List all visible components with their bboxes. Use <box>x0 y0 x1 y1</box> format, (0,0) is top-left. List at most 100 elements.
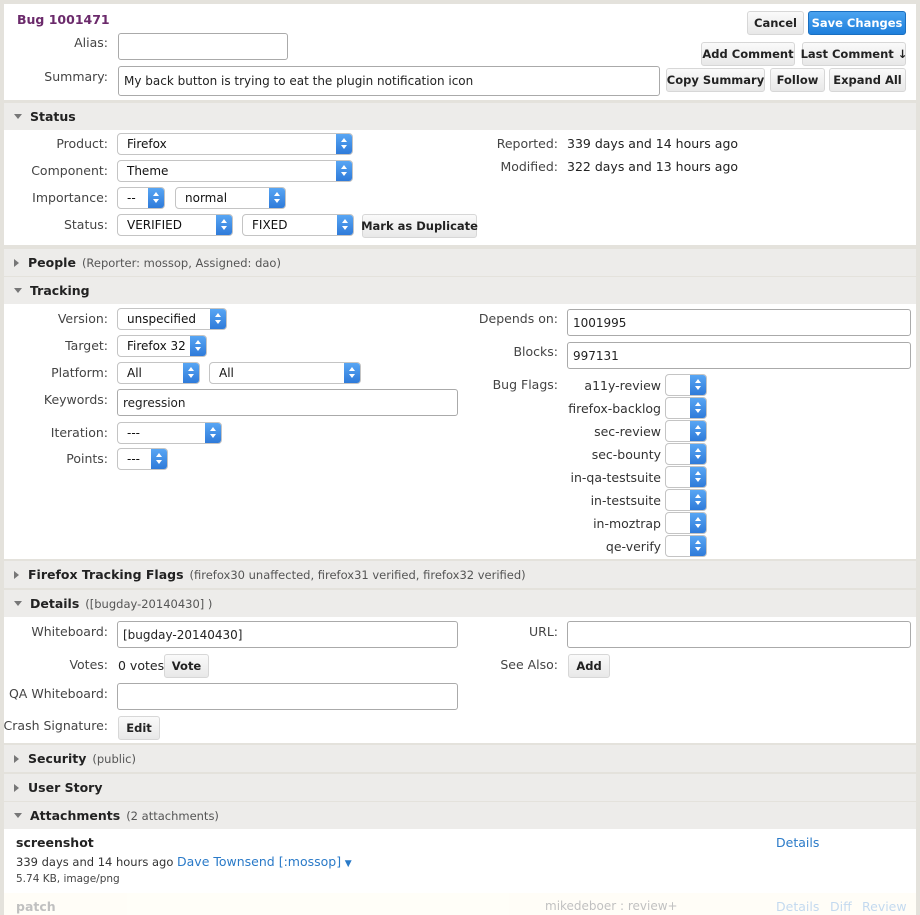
cancel-button[interactable]: Cancel <box>747 11 804 35</box>
copy-summary-button[interactable]: Copy Summary <box>666 68 765 92</box>
product-label: Product: <box>56 136 108 151</box>
add-see-also-button[interactable]: Add <box>568 654 610 678</box>
user-story-section-header[interactable]: User Story <box>4 774 916 801</box>
target-label: Target: <box>65 338 108 353</box>
last-comment-button[interactable]: Last Comment ↓ <box>801 42 907 66</box>
component-select[interactable]: Theme <box>117 160 353 182</box>
select-arrows-icon <box>690 513 706 533</box>
select-arrows-icon <box>183 363 199 383</box>
points-select[interactable]: --- <box>117 448 168 470</box>
crash-signature-label: Crash Signature: <box>3 718 108 733</box>
attachment-author-link[interactable]: Dave Townsend [:mossop] <box>177 854 341 869</box>
select-arrows-icon <box>205 423 221 443</box>
attachments-section-header[interactable]: Attachments (2 attachments) <box>4 802 916 829</box>
bug-flag-row: a11y-review <box>540 374 710 397</box>
security-note: (public) <box>92 751 136 766</box>
priority-value: -- <box>127 191 136 205</box>
edit-crash-signature-button[interactable]: Edit <box>118 716 160 740</box>
version-label: Version: <box>57 311 108 326</box>
add-comment-button[interactable]: Add Comment <box>701 42 795 66</box>
bug-flag-select[interactable] <box>665 535 707 557</box>
mark-duplicate-button[interactable]: Mark as Duplicate <box>361 214 478 238</box>
bug-flag-row: in-qa-testsuite <box>540 466 710 489</box>
platform-hw-select[interactable]: All <box>117 362 200 384</box>
select-arrows-icon <box>269 188 285 208</box>
depends-field[interactable]: 1001995 <box>567 309 911 336</box>
bug-flag-row: firefox-backlog <box>540 397 710 420</box>
attachment-details-link[interactable]: Details <box>776 899 819 914</box>
attachments-title: Attachments <box>30 808 121 823</box>
attachments-note: (2 attachments) <box>126 808 219 823</box>
url-label: URL: <box>528 624 558 639</box>
details-section-header[interactable]: Details ([bugday-20140430] ) <box>4 590 916 617</box>
ff-tracking-title: Firefox Tracking Flags <box>28 567 184 582</box>
summary-field[interactable]: My back button is trying to eat the plug… <box>118 66 660 96</box>
importance-label: Importance: <box>32 190 108 205</box>
bug-flag-name: in-qa-testsuite <box>570 470 661 485</box>
details-note: ([bugday-20140430] ) <box>85 596 213 611</box>
bug-flag-select[interactable] <box>665 489 707 511</box>
expand-all-button[interactable]: Expand All <box>829 68 906 92</box>
tracking-title: Tracking <box>30 283 90 298</box>
bug-flag-select[interactable] <box>665 420 707 442</box>
whiteboard-field[interactable]: [bugday-20140430] <box>117 621 458 648</box>
platform-os-value: All <box>219 366 234 380</box>
select-arrows-icon <box>690 421 706 441</box>
attachment-details-link[interactable]: Details <box>776 835 819 850</box>
product-value: Firefox <box>127 137 167 151</box>
follow-button[interactable]: Follow <box>770 68 825 92</box>
alias-field[interactable] <box>118 33 288 60</box>
blocks-field[interactable]: 997131 <box>567 342 911 369</box>
version-select[interactable]: unspecified <box>117 308 227 330</box>
bug-flag-select[interactable] <box>665 374 707 396</box>
bug-flag-select[interactable] <box>665 512 707 534</box>
severity-select[interactable]: normal <box>175 187 286 209</box>
expand-triangle-icon <box>14 754 19 763</box>
iteration-select[interactable]: --- <box>117 422 222 444</box>
people-section-header[interactable]: People (Reporter: mossop, Assigned: dao) <box>4 249 916 276</box>
collapse-triangle-icon <box>14 288 22 293</box>
bug-flag-select[interactable] <box>665 443 707 465</box>
attachment-name[interactable]: patch <box>16 899 56 914</box>
see-also-label: See Also: <box>500 657 558 672</box>
keywords-field[interactable]: regression <box>117 389 458 416</box>
priority-select[interactable]: -- <box>117 187 165 209</box>
bug-flag-select[interactable] <box>665 397 707 419</box>
security-section-header[interactable]: Security (public) <box>4 745 916 772</box>
url-field[interactable] <box>567 621 911 648</box>
attachment-review-link[interactable]: Review <box>862 899 907 914</box>
attachment-diff-link[interactable]: Diff <box>830 899 852 914</box>
select-arrows-icon <box>690 444 706 464</box>
qa-whiteboard-field[interactable] <box>117 683 458 710</box>
product-select[interactable]: Firefox <box>117 133 353 155</box>
bug-flag-row: qe-verify <box>540 535 710 558</box>
attachment-meta: 339 days and 14 hours ago Dave Townsend … <box>16 854 352 869</box>
bug-title: Bug 1001471 <box>17 12 110 27</box>
modified-value: 322 days and 13 hours ago <box>567 159 739 174</box>
platform-os-select[interactable]: All <box>209 362 361 384</box>
resolution-value: FIXED <box>252 218 288 232</box>
bug-flag-row: sec-review <box>540 420 710 443</box>
status-select[interactable]: VERIFIED <box>117 214 233 236</box>
iteration-value: --- <box>127 426 140 440</box>
bug-flag-name: in-moztrap <box>593 516 661 531</box>
chevron-down-icon[interactable]: ▼ <box>345 859 352 869</box>
target-select[interactable]: Firefox 32 <box>117 335 207 357</box>
save-changes-button[interactable]: Save Changes <box>808 11 906 35</box>
vote-button[interactable]: Vote <box>164 654 209 678</box>
alias-label: Alias: <box>74 35 108 50</box>
bug-flag-select[interactable] <box>665 466 707 488</box>
bug-flag-name: firefox-backlog <box>568 401 661 416</box>
status-section-header[interactable]: Status <box>4 103 916 130</box>
blocks-label: Blocks: <box>513 344 558 359</box>
attachment-name[interactable]: screenshot <box>16 835 94 850</box>
component-label: Component: <box>31 163 108 178</box>
points-value: --- <box>127 452 140 466</box>
bug-flag-name: sec-review <box>594 424 661 439</box>
tracking-section-header[interactable]: Tracking <box>4 277 916 304</box>
resolution-select[interactable]: FIXED <box>242 214 354 236</box>
expand-triangle-icon <box>14 258 19 267</box>
bug-flags-list: a11y-review firefox-backlog sec-review s… <box>540 374 710 558</box>
status-label: Status: <box>63 217 108 232</box>
ff-tracking-section-header[interactable]: Firefox Tracking Flags (firefox30 unaffec… <box>4 561 916 588</box>
